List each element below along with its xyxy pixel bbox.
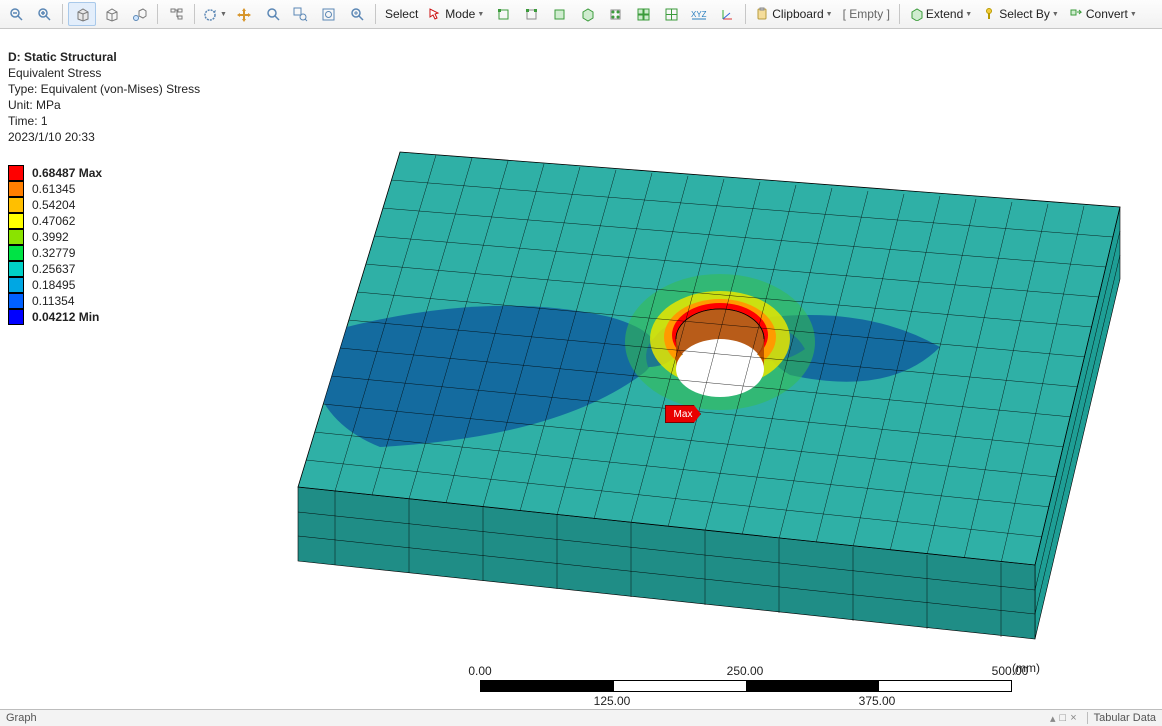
- box-wire-icon[interactable]: [98, 3, 124, 25]
- mode-text: Mode: [445, 7, 475, 21]
- scale-minor-0: 125.00: [594, 694, 631, 708]
- legend-row: 0.04212 Min: [8, 309, 102, 325]
- legend-value: 0.68487 Max: [32, 166, 102, 180]
- legend-value: 0.3992: [32, 230, 69, 244]
- legend-row: 0.54204: [8, 197, 102, 213]
- legend-row: 0.3992: [8, 229, 102, 245]
- convert-text: Convert: [1086, 7, 1128, 21]
- legend-row: 0.25637: [8, 261, 102, 277]
- sel-xyz-icon[interactable]: XYZ: [686, 3, 712, 25]
- selectby-text: Select By: [999, 7, 1050, 21]
- dock-icon[interactable]: □: [1060, 712, 1067, 725]
- extend-dropdown[interactable]: Extend▼: [905, 3, 976, 25]
- scale-unit: (mm): [1012, 661, 1040, 675]
- legend-line3: Unit: MPa: [8, 97, 200, 113]
- legend-line5: 2023/1/10 20:33: [8, 129, 200, 145]
- sel-node-icon[interactable]: [602, 3, 628, 25]
- legend-swatch: [8, 213, 24, 229]
- graphics-viewport[interactable]: D: Static Structural Equivalent Stress T…: [0, 29, 1162, 711]
- sel-body-icon[interactable]: [574, 3, 600, 25]
- zoom-tool-icon[interactable]: [260, 3, 286, 25]
- legend-title: D: Static Structural: [8, 49, 200, 65]
- legend-swatch: [8, 309, 24, 325]
- legend-value: 0.11354: [32, 294, 75, 308]
- selectby-dropdown[interactable]: Select By▼: [978, 3, 1063, 25]
- legend-row: 0.18495: [8, 277, 102, 293]
- legend-value: 0.25637: [32, 262, 75, 276]
- legend-value: 0.18495: [32, 278, 75, 292]
- pan-icon[interactable]: [232, 3, 258, 25]
- isometric-icon[interactable]: [126, 3, 152, 25]
- tabular-panel-tab[interactable]: Tabular Data: [1087, 712, 1162, 724]
- sel-coord-icon[interactable]: [714, 3, 740, 25]
- legend-swatch: [8, 261, 24, 277]
- clipboard-dropdown[interactable]: Clipboard▼: [751, 3, 836, 25]
- clipboard-text: Clipboard: [772, 7, 823, 21]
- rotate-mode-icon[interactable]: ▼: [200, 3, 230, 25]
- legend-swatch: [8, 277, 24, 293]
- zoom-out-icon[interactable]: [3, 3, 29, 25]
- zoom-in-icon[interactable]: [31, 3, 57, 25]
- max-probe-flag[interactable]: Max: [665, 405, 701, 423]
- pin-icon[interactable]: ▴: [1050, 712, 1056, 725]
- select-text: Select: [385, 7, 418, 21]
- legend-row: 0.68487 Max: [8, 165, 102, 181]
- scale-ruler: 0.00 250.00 500.00 125.00 375.00: [480, 664, 1012, 708]
- legend-value: 0.61345: [32, 182, 75, 196]
- zoom-fit-icon[interactable]: [316, 3, 342, 25]
- legend-row: 0.11354: [8, 293, 102, 309]
- legend-row: 0.61345: [8, 181, 102, 197]
- zoom-box-icon[interactable]: [288, 3, 314, 25]
- zoom-reset-icon[interactable]: [344, 3, 370, 25]
- legend-line2: Type: Equivalent (von-Mises) Stress: [8, 81, 200, 97]
- legend-value: 0.54204: [32, 198, 75, 212]
- legend-swatch: [8, 197, 24, 213]
- tree-icon[interactable]: [163, 3, 189, 25]
- legend-swatch: [8, 229, 24, 245]
- clipboard-empty[interactable]: [ Empty ]: [839, 3, 894, 25]
- legend-row: 0.32779: [8, 245, 102, 261]
- clipboard-empty-text: [ Empty ]: [843, 7, 890, 21]
- scale-minor-1: 375.00: [859, 694, 896, 708]
- box-solid-icon[interactable]: [68, 2, 96, 26]
- sel-elem-icon[interactable]: [630, 3, 656, 25]
- tabular-panel-label: Tabular Data: [1094, 712, 1156, 724]
- legend-value: 0.47062: [32, 214, 75, 228]
- legend-swatch: [8, 293, 24, 309]
- bottom-panels-bar: Graph ▴ □ × Tabular Data: [0, 709, 1162, 726]
- main-toolbar: ▼ Select Mode▼ XYZ Clipboard▼ [ Empty ] …: [0, 0, 1162, 29]
- close-icon[interactable]: ×: [1070, 712, 1076, 725]
- sel-face-icon[interactable]: [546, 3, 572, 25]
- select-label[interactable]: Select: [381, 3, 422, 25]
- legend-swatch: [8, 181, 24, 197]
- svg-text:XYZ: XYZ: [691, 10, 707, 19]
- legend-swatch: [8, 165, 24, 181]
- fea-model: [250, 117, 1130, 657]
- legend-line1: Equivalent Stress: [8, 65, 200, 81]
- convert-dropdown[interactable]: Convert▼: [1065, 3, 1141, 25]
- legend-swatch: [8, 245, 24, 261]
- mode-dropdown[interactable]: Mode▼: [424, 3, 488, 25]
- sel-vertex-icon[interactable]: [490, 3, 516, 25]
- result-legend-header: D: Static Structural Equivalent Stress T…: [8, 49, 200, 145]
- sel-mesh-icon[interactable]: [658, 3, 684, 25]
- legend-row: 0.47062: [8, 213, 102, 229]
- contour-legend: 0.68487 Max 0.61345 0.54204 0.47062 0.39…: [8, 165, 102, 325]
- extend-text: Extend: [926, 7, 963, 21]
- panel-window-icons: ▴ □ ×: [1050, 712, 1087, 725]
- max-flag-text: Max: [674, 409, 693, 420]
- legend-value: 0.04212 Min: [32, 310, 99, 324]
- legend-value: 0.32779: [32, 246, 75, 260]
- scale-major-1: 250.00: [727, 664, 764, 678]
- sel-edge-icon[interactable]: [518, 3, 544, 25]
- graph-panel-tab[interactable]: Graph: [0, 712, 43, 724]
- legend-line4: Time: 1: [8, 113, 200, 129]
- graph-panel-label: Graph: [6, 712, 37, 724]
- scale-major-0: 0.00: [468, 664, 491, 678]
